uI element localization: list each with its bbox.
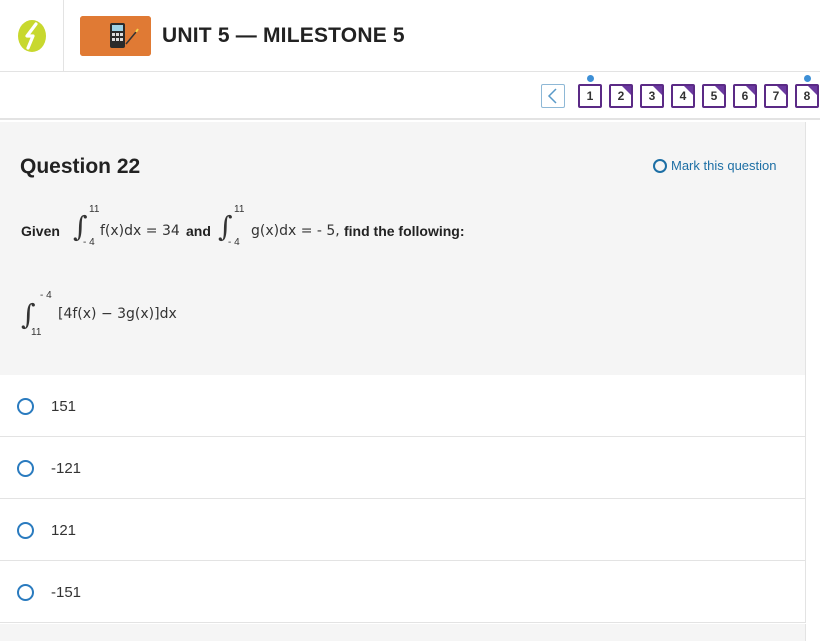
question-nav-number: 5	[710, 89, 718, 103]
find-label: find the following:	[344, 223, 465, 239]
question-navigator: 1 2 3 4 5 6 7 8	[0, 72, 820, 120]
question-nav-number: 3	[648, 89, 656, 103]
int3-lower-limit: 11	[31, 327, 42, 338]
question-title: Question 22	[20, 155, 141, 178]
question-nav-number: 2	[617, 89, 625, 103]
int3-integrand: [4f(x) − 3g(x)]dx	[58, 306, 177, 322]
given-label: Given	[21, 223, 60, 239]
question-nav-number: 7	[772, 89, 780, 103]
radio-button[interactable]	[17, 460, 34, 477]
mark-circle-icon	[653, 159, 667, 173]
answer-option[interactable]: -121	[0, 437, 806, 499]
logo-container	[0, 0, 64, 72]
question-nav-number: 4	[679, 89, 687, 103]
question-nav-number: 1	[586, 89, 594, 103]
question-nav-item-1[interactable]: 1	[578, 84, 602, 108]
int1-lower-limit: - 4	[83, 237, 95, 248]
answer-option[interactable]: 121	[0, 499, 806, 561]
sophia-logo-icon[interactable]	[17, 19, 47, 53]
app-header: UNIT 5 — MILESTONE 5	[0, 0, 820, 72]
current-marker-dot-icon	[587, 75, 594, 82]
int1-upper-limit: 11	[89, 204, 100, 215]
question-nav-item-8[interactable]: 8	[795, 84, 819, 108]
question-panel: Question 22 Mark this question Given ∫ 1…	[0, 122, 806, 375]
radio-button[interactable]	[17, 398, 34, 415]
target-integral: ∫ - 4 11 [4f(x) − 3g(x)]dx	[21, 290, 321, 340]
previous-question-button[interactable]	[541, 84, 565, 108]
calculator-icon	[80, 16, 151, 56]
int3-upper-limit: - 4	[40, 290, 52, 301]
question-nav-number: 8	[803, 89, 811, 103]
question-nav-item-7[interactable]: 7	[764, 84, 788, 108]
mark-question-label: Mark this question	[671, 158, 777, 173]
answer-label: -151	[51, 584, 82, 601]
question-nav-number: 6	[741, 89, 749, 103]
question-nav-item-4[interactable]: 4	[671, 84, 695, 108]
question-prompt: Given ∫ 11 - 4 f(x)dx = 34 and ∫ 11 - 4 …	[21, 202, 741, 252]
chevron-left-icon	[547, 88, 557, 104]
question-nav-item-5[interactable]: 5	[702, 84, 726, 108]
answer-label: 121	[51, 522, 77, 539]
radio-button[interactable]	[17, 522, 34, 539]
and-label: and	[186, 223, 211, 239]
answer-label: -121	[51, 460, 82, 477]
question-nav-item-3[interactable]: 3	[640, 84, 664, 108]
int2-integrand: g(x)dx = - 5,	[251, 223, 340, 239]
int1-integrand: f(x)dx = 34	[100, 223, 180, 239]
radio-button[interactable]	[17, 584, 34, 601]
question-nav-item-6[interactable]: 6	[733, 84, 757, 108]
footer-strip	[0, 624, 806, 641]
unit-thumbnail	[80, 16, 151, 56]
answer-option[interactable]: 151	[0, 375, 806, 437]
int2-lower-limit: - 4	[228, 237, 240, 248]
question-nav-item-2[interactable]: 2	[609, 84, 633, 108]
unit-title: UNIT 5 — MILESTONE 5	[162, 24, 405, 47]
current-marker-dot-icon	[804, 75, 811, 82]
answer-label: 151	[51, 398, 77, 415]
answer-option[interactable]: -151	[0, 561, 806, 623]
mark-question-link[interactable]: Mark this question	[653, 158, 777, 173]
int2-upper-limit: 11	[234, 204, 245, 215]
